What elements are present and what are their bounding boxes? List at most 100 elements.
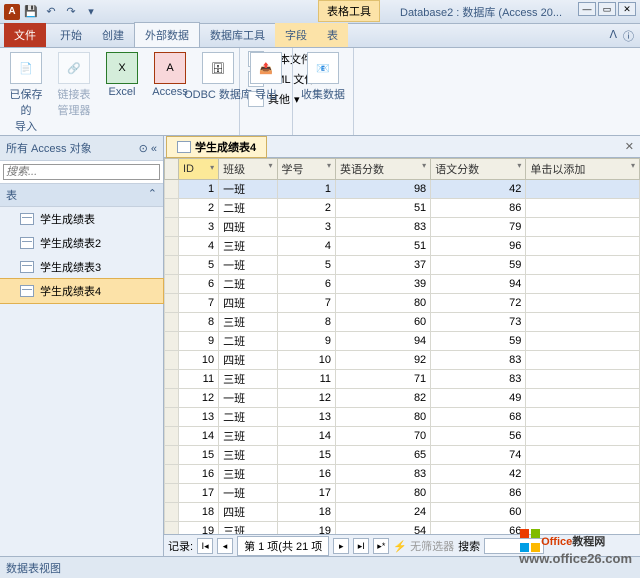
qat-more-icon[interactable]: ▾	[82, 3, 100, 21]
column-dropdown-icon[interactable]: ▾	[517, 161, 521, 170]
table-row[interactable]: 14三班147056	[165, 427, 640, 446]
record-navigator: 记录: Ⅰ◂ ◂ 第 1 项(共 21 项 ▸ ▸Ⅰ ▸* ⚡ 无筛选器 搜索	[164, 534, 640, 556]
column-dropdown-icon[interactable]: ▾	[327, 161, 331, 170]
close-button[interactable]: ✕	[618, 2, 636, 16]
nav-section-tables[interactable]: 表 ⌃	[0, 184, 163, 207]
table-row[interactable]: 10四班109283	[165, 351, 640, 370]
column-header[interactable]: 单击以添加▾	[526, 159, 640, 180]
nav-dropdown-icon[interactable]: ⊙ «	[139, 142, 157, 155]
column-header[interactable]: 语文分数▾	[431, 159, 526, 180]
table-row[interactable]: 5一班53759	[165, 256, 640, 275]
row-selector[interactable]	[165, 503, 179, 522]
row-selector[interactable]	[165, 389, 179, 408]
nav-item[interactable]: 学生成绩表4	[0, 278, 164, 304]
table-row[interactable]: 19三班195466	[165, 522, 640, 535]
table-row[interactable]: 15三班156574	[165, 446, 640, 465]
table-row[interactable]: 4三班45196	[165, 237, 640, 256]
row-selector[interactable]	[165, 199, 179, 218]
minimize-ribbon-icon[interactable]: ⴷ	[609, 28, 617, 44]
table-icon	[20, 285, 34, 297]
object-tab[interactable]: 学生成绩表4	[166, 136, 267, 158]
tab-fields[interactable]: 字段	[275, 23, 317, 47]
nav-search-input[interactable]	[3, 164, 160, 180]
export-button[interactable]: 📤 导出	[246, 50, 286, 104]
nav-item[interactable]: 学生成绩表2	[0, 231, 163, 255]
table-row[interactable]: 16三班168342	[165, 465, 640, 484]
table-row[interactable]: 1一班19842	[165, 180, 640, 199]
table-row[interactable]: 11三班117183	[165, 370, 640, 389]
table-row[interactable]: 9二班99459	[165, 332, 640, 351]
column-header[interactable]: 班级▾	[219, 159, 277, 180]
column-dropdown-icon[interactable]: ▾	[422, 161, 426, 170]
column-header[interactable]: 学号▾	[277, 159, 335, 180]
tab-dbtools[interactable]: 数据库工具	[200, 23, 275, 47]
row-selector[interactable]	[165, 256, 179, 275]
help-icon[interactable]: ⓘ	[623, 28, 634, 44]
row-selector[interactable]	[165, 446, 179, 465]
datasheet-grid[interactable]: ID▾班级▾学号▾英语分数▾语文分数▾单击以添加▾ 1一班198422二班251…	[164, 158, 640, 534]
saved-imports-button[interactable]: 📄 已保存的 导入	[6, 50, 46, 136]
row-selector[interactable]	[165, 351, 179, 370]
tab-home[interactable]: 开始	[50, 23, 92, 47]
nav-item[interactable]: 学生成绩表3	[0, 255, 163, 279]
excel-icon: X	[106, 52, 138, 84]
record-search-input[interactable]	[484, 538, 544, 554]
row-selector[interactable]	[165, 484, 179, 503]
nav-next-button[interactable]: ▸	[333, 538, 349, 554]
close-tab-icon[interactable]: ✕	[619, 140, 640, 153]
collect-data-button[interactable]: 📧 收集数据	[299, 50, 347, 104]
table-icon	[20, 237, 34, 249]
import-excel-button[interactable]: X Excel	[102, 50, 142, 100]
column-dropdown-icon[interactable]: ▾	[269, 161, 273, 170]
saved-imports-icon: 📄	[10, 52, 42, 84]
qat-redo-icon[interactable]: ↷	[62, 3, 80, 21]
table-row[interactable]: 2二班25186	[165, 199, 640, 218]
nav-item[interactable]: 学生成绩表	[0, 207, 163, 231]
row-selector[interactable]	[165, 408, 179, 427]
column-dropdown-icon[interactable]: ▾	[210, 163, 214, 172]
row-selector[interactable]	[165, 237, 179, 256]
table-row[interactable]: 13二班138068	[165, 408, 640, 427]
table-row[interactable]: 3四班38379	[165, 218, 640, 237]
minimize-button[interactable]: —	[578, 2, 596, 16]
tab-file[interactable]: 文件	[4, 23, 46, 47]
column-header[interactable]: 英语分数▾	[336, 159, 431, 180]
tab-external-data[interactable]: 外部数据	[134, 22, 200, 47]
row-selector[interactable]	[165, 218, 179, 237]
object-tab-bar: 学生成绩表4 ✕	[164, 136, 640, 158]
row-selector[interactable]	[165, 465, 179, 484]
table-row[interactable]: 7四班78072	[165, 294, 640, 313]
export-icon: 📤	[250, 52, 282, 84]
nav-prev-button[interactable]: ◂	[217, 538, 233, 554]
qat-save-icon[interactable]: 💾	[22, 3, 40, 21]
row-selector[interactable]	[165, 332, 179, 351]
tab-create[interactable]: 创建	[92, 23, 134, 47]
table-icon	[20, 261, 34, 273]
table-icon	[177, 141, 191, 153]
column-header[interactable]: ID▾	[179, 159, 219, 180]
row-selector[interactable]	[165, 370, 179, 389]
table-row[interactable]: 12一班128249	[165, 389, 640, 408]
table-row[interactable]: 8三班86073	[165, 313, 640, 332]
table-row[interactable]: 17一班178086	[165, 484, 640, 503]
table-row[interactable]: 18四班182460	[165, 503, 640, 522]
row-selector[interactable]	[165, 427, 179, 446]
nav-header[interactable]: 所有 Access 对象 ⊙ «	[0, 136, 163, 161]
restore-button[interactable]: ▭	[598, 2, 616, 16]
import-odbc-button[interactable]: 🗄 ODBC 数据库	[198, 50, 238, 104]
column-dropdown-icon[interactable]: ▾	[631, 161, 635, 170]
row-selector[interactable]	[165, 275, 179, 294]
qat-undo-icon[interactable]: ↶	[42, 3, 60, 21]
nav-last-button[interactable]: ▸Ⅰ	[353, 538, 369, 554]
collapse-icon[interactable]: ⌃	[148, 187, 157, 203]
table-row[interactable]: 6二班63994	[165, 275, 640, 294]
nav-first-button[interactable]: Ⅰ◂	[197, 538, 213, 554]
row-selector[interactable]	[165, 313, 179, 332]
no-filter-label: ⚡ 无筛选器	[393, 538, 454, 554]
row-selector[interactable]	[165, 522, 179, 535]
row-selector[interactable]	[165, 294, 179, 313]
select-all-cell[interactable]	[165, 159, 179, 180]
row-selector[interactable]	[165, 180, 179, 199]
nav-new-button[interactable]: ▸*	[373, 538, 389, 554]
tab-table[interactable]: 表	[317, 23, 348, 47]
